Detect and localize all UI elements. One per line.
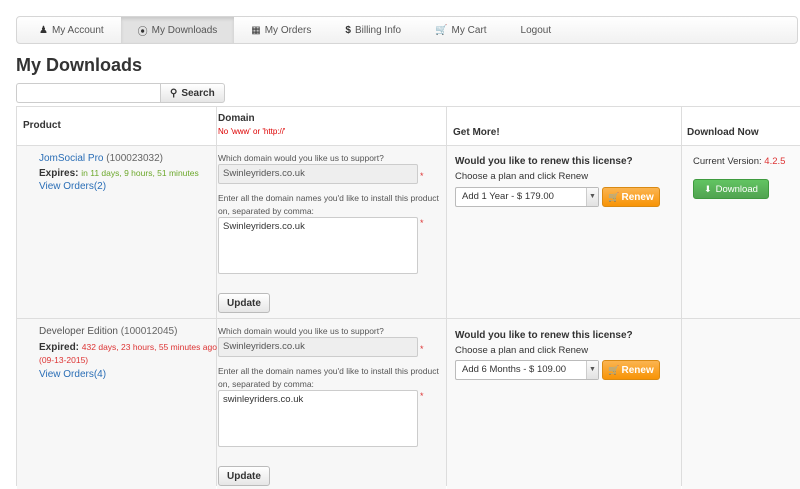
nav-my-downloads[interactable]: ⦿ My Downloads: [120, 17, 235, 43]
chevron-down-icon: ▼: [586, 361, 598, 379]
nav-my-orders[interactable]: ▦ My Orders: [234, 17, 328, 43]
required-marker: *: [420, 171, 424, 181]
search-button[interactable]: ⚲ Search: [160, 83, 225, 103]
download-button[interactable]: ⬇ Download: [693, 179, 769, 199]
view-orders-link[interactable]: View Orders(4): [39, 369, 106, 380]
renew-label: Renew: [621, 191, 654, 203]
download-cell-bg: [682, 146, 800, 318]
nav-logout[interactable]: Logout: [504, 17, 569, 43]
domains-label: Enter all the domain names you'd like to…: [218, 193, 439, 216]
header-domain: Domain No 'www' or 'http://': [218, 113, 285, 136]
product-id: (100012045): [120, 326, 178, 337]
nav-my-cart[interactable]: 🛒 My Cart: [418, 17, 503, 43]
current-version-label: Current Version:: [693, 156, 762, 167]
domains-label: Enter all the domain names you'd like to…: [218, 366, 439, 389]
product-name-link[interactable]: JomSocial Pro: [39, 153, 103, 164]
nav-label: My Account: [51, 24, 104, 36]
required-marker: *: [420, 218, 424, 228]
download-label: Download: [715, 183, 758, 195]
nav-billing-info[interactable]: $ Billing Info: [328, 17, 418, 43]
column-divider: [446, 107, 447, 485]
update-button[interactable]: Update: [218, 293, 270, 313]
column-divider: [681, 107, 682, 485]
cart-icon: 🛒: [608, 364, 620, 375]
domain-field: Swinleyriders.co.uk: [218, 164, 418, 184]
expires-label: Expires:: [39, 168, 79, 179]
nav-label: Billing Info: [354, 24, 402, 36]
download-icon: ⦿: [137, 26, 148, 38]
orders-icon: ▦: [251, 24, 261, 36]
search-button-label: Search: [181, 87, 215, 99]
view-orders-link[interactable]: View Orders(2): [39, 181, 106, 192]
domain-question: Which domain would you like us to suppor…: [218, 153, 384, 163]
header-product: Product: [23, 120, 61, 131]
cart-icon: 🛒: [608, 191, 620, 202]
renew-subtitle: Choose a plan and click Renew: [455, 345, 589, 356]
downloads-table: Product Domain No 'www' or 'http://' Get…: [16, 106, 800, 489]
renew-title: Would you like to renew this license?: [455, 156, 633, 167]
required-marker: *: [420, 344, 424, 354]
product-title: Developer Edition (100012045): [39, 326, 177, 337]
domain-field: Swinleyriders.co.uk: [218, 337, 418, 357]
header-domain-label: Domain: [218, 113, 255, 124]
plan-selected-value: Add 1 Year - $ 179.00: [462, 191, 554, 202]
chevron-down-icon: ▼: [586, 188, 598, 206]
nav-label: My Cart: [451, 24, 487, 36]
renew-label: Renew: [621, 364, 654, 376]
plan-selected-value: Add 6 Months - $ 109.00: [462, 364, 567, 375]
renew-subtitle: Choose a plan and click Renew: [455, 171, 589, 182]
renew-button[interactable]: 🛒 Renew: [602, 360, 660, 380]
expiry-info: Expired: 432 days, 23 hours, 55 minutes …: [39, 341, 217, 367]
download-icon: ⬇: [704, 183, 712, 194]
header-domain-note: No 'www' or 'http://': [218, 127, 286, 136]
required-marker: *: [420, 391, 424, 401]
renew-button[interactable]: 🛒 Renew: [602, 187, 660, 207]
expiry-info: Expires: in 11 days, 9 hours, 51 minutes: [39, 168, 217, 179]
top-nav: ♟ My Account ⦿ My Downloads ▦ My Orders …: [16, 16, 798, 44]
product-id: (100023032): [106, 153, 163, 164]
renew-title: Would you like to renew this license?: [455, 330, 633, 341]
expires-value: in 11 days, 9 hours, 51 minutes: [81, 168, 199, 178]
domains-textarea[interactable]: swinleyriders.co.uk: [218, 390, 418, 447]
column-divider: [216, 107, 217, 485]
download-cell-bg: [682, 319, 800, 489]
product-name: Developer Edition: [39, 326, 118, 337]
domain-question: Which domain would you like us to suppor…: [218, 326, 384, 336]
update-button[interactable]: Update: [218, 466, 270, 486]
nav-my-account[interactable]: ♟ My Account: [17, 17, 121, 43]
header-download-now: Download Now: [687, 127, 759, 138]
table-header: [17, 107, 800, 146]
page-title: My Downloads: [16, 55, 143, 75]
search-icon: ⚲: [170, 87, 178, 99]
row-divider: [17, 318, 800, 319]
current-version: Current Version: 4.2.5: [693, 156, 785, 167]
plan-select[interactable]: Add 6 Months - $ 109.00 ▼: [455, 360, 599, 380]
cart-icon: 🛒: [435, 24, 448, 36]
expired-label: Expired:: [39, 342, 80, 353]
current-version-number: 4.2.5: [764, 156, 786, 167]
nav-label: Logout: [520, 24, 552, 36]
search-input[interactable]: [16, 83, 160, 103]
domains-textarea[interactable]: Swinleyriders.co.uk: [218, 217, 418, 274]
search-bar: ⚲ Search: [16, 83, 225, 103]
plan-select[interactable]: Add 1 Year - $ 179.00 ▼: [455, 187, 599, 207]
user-icon: ♟: [39, 24, 48, 36]
nav-label: My Orders: [264, 24, 312, 36]
nav-label: My Downloads: [151, 24, 218, 36]
product-title: JomSocial Pro (100023032): [39, 153, 163, 164]
header-get-more: Get More!: [453, 127, 500, 138]
dollar-icon: $: [345, 24, 351, 36]
